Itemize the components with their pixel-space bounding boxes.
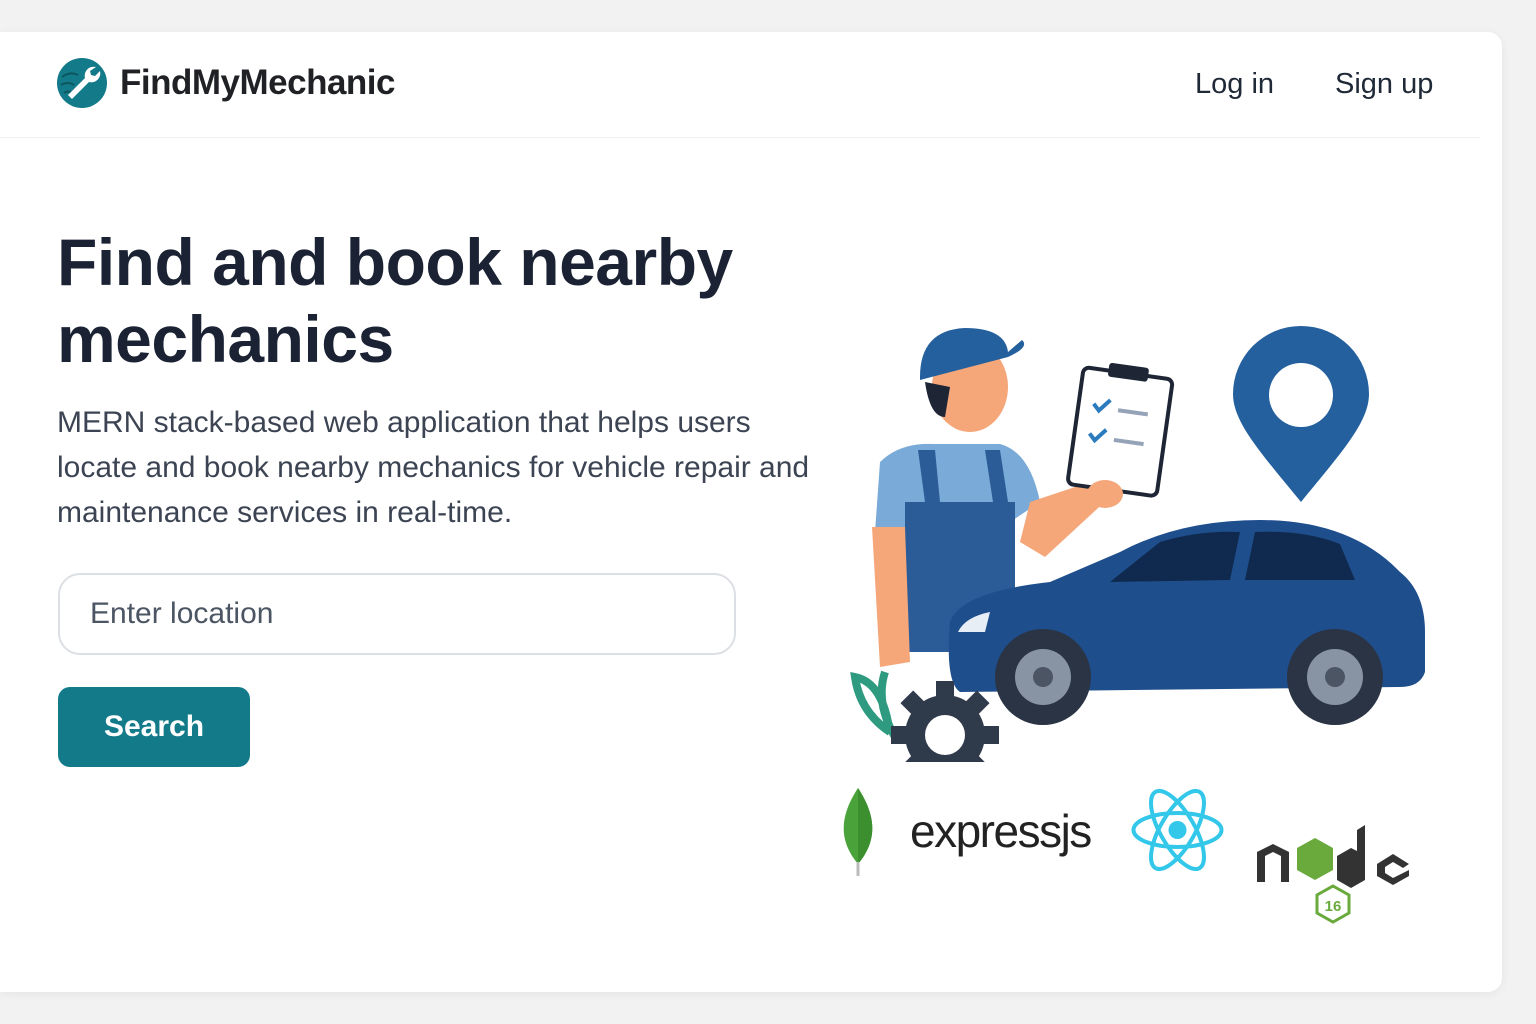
hero-subtitle: MERN stack-based web application that he…: [57, 406, 810, 529]
location-input[interactable]: [58, 573, 736, 655]
location-pin-icon: [1233, 326, 1369, 502]
expressjs-logo: expressjs: [910, 805, 1092, 857]
login-link[interactable]: Log in: [1195, 68, 1274, 101]
gear-icon: [891, 681, 999, 762]
nodejs-logo: 16: [1257, 825, 1409, 924]
wrench-logo-icon: [57, 58, 107, 108]
car-figure: [948, 520, 1425, 725]
mechanic-car-illustration: [850, 326, 1425, 762]
header: FindMyMechanic Log in Sign up: [0, 32, 1480, 138]
page-card: FindMyMechanic Log in Sign up Find and b…: [0, 32, 1502, 992]
signup-link[interactable]: Sign up: [1335, 68, 1433, 101]
search-button[interactable]: Search: [58, 687, 250, 767]
react-atom-icon: [1131, 788, 1224, 872]
brand-name: FindMyMechanic: [120, 63, 395, 102]
brand-logo[interactable]: FindMyMechanic: [56, 57, 395, 109]
plant-leaf: [850, 670, 899, 739]
hero-title: Find and book nearby mechanics: [57, 225, 733, 376]
mongodb-leaf-icon: [843, 788, 873, 876]
node-version: 16: [1325, 898, 1342, 915]
